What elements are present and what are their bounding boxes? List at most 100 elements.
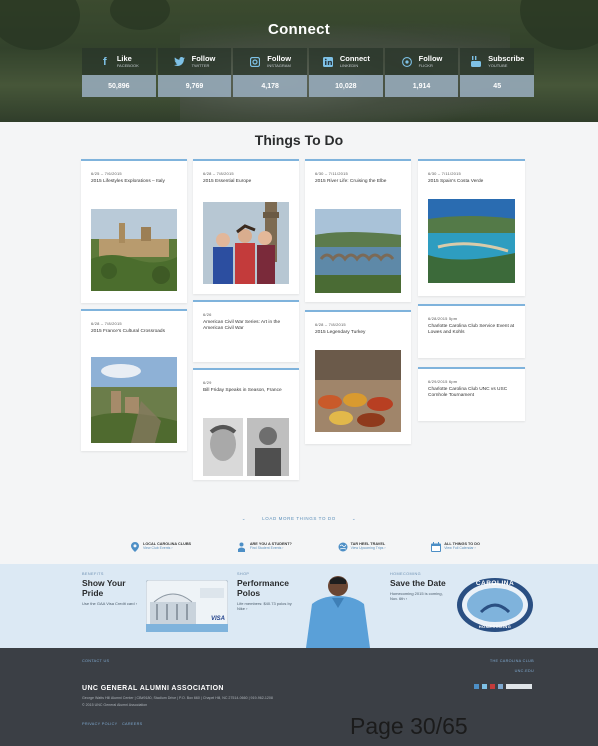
careers-link[interactable]: CAREERS <box>122 722 142 726</box>
social-count: 9,769 <box>157 75 232 97</box>
site-footer: CONTACT US THE CAROLINA CLUB UNC.EDU UNC… <box>0 648 598 746</box>
social-linkedin[interactable]: Connect LINKEDIN 10,028 <box>309 48 383 97</box>
chevron-down-icon: ⌄ <box>241 516 247 521</box>
social-sub: INSTAGRAM <box>267 63 291 68</box>
quick-link-student[interactable]: ARE YOU A STUDENT? Find Student Events › <box>237 536 292 556</box>
social-count: 45 <box>460 75 535 97</box>
event-title: 2015 Legendary Turkey <box>315 330 366 335</box>
map-pin-icon <box>130 541 139 552</box>
homecoming-seal: CAROLINA HOMECOMING <box>455 576 535 634</box>
event-date: 6/29 <box>203 380 212 385</box>
footer-copyright: © 2015 UNC General Alumni Association <box>82 703 148 707</box>
event-title: 2015 River Life: Cruising the Elbe <box>315 179 387 184</box>
visa-label: VISA <box>210 616 225 622</box>
event-title: American Civil War Series: Art in the Am… <box>203 320 281 331</box>
quick-link-travel[interactable]: TAR HEEL TRAVEL View Upcoming Trips › <box>338 536 386 556</box>
event-title: 2015 Lifestyles Explorations – Italy <box>91 179 165 184</box>
event-title: 2015 Essential Europe <box>203 179 252 184</box>
instagram-icon[interactable] <box>490 684 495 689</box>
footer-social-icons <box>474 684 532 689</box>
event-card[interactable]: 6/29 Bill Friday Speaks in Season, Franc… <box>193 368 299 480</box>
social-youtube[interactable]: Subscribe YOUTUBE 45 <box>460 48 535 97</box>
social-count: 50,896 <box>82 75 156 97</box>
social-instagram[interactable]: Follow INSTAGRAM 4,178 <box>233 48 308 97</box>
student-icon <box>237 542 246 552</box>
event-date: 6/26 <box>203 312 212 317</box>
seal-bottom-text: HOMECOMING <box>478 624 512 629</box>
globe-icon <box>338 542 348 551</box>
event-date: 6/30 – 7/11/2015 <box>428 171 461 176</box>
connect-title: Connect <box>267 21 331 38</box>
social-flickr[interactable]: Follow FLICKR 1,914 <box>384 48 459 97</box>
event-card[interactable]: 6/30 – 7/11/2015 2015 River Life: Cruisi… <box>305 159 411 302</box>
social-count: 1,914 <box>384 75 459 97</box>
quick-link-sub: View Full Calendar › <box>444 546 476 550</box>
event-date: 6/25 – 7/6/2015 <box>91 171 122 176</box>
event-image-france <box>91 357 177 443</box>
event-date: 6/28/2015 5pm <box>428 316 458 321</box>
event-card[interactable]: 6/28 – 7/8/2015 2015 France's Cultural C… <box>81 309 187 451</box>
social-label: Follow <box>267 54 292 63</box>
quick-link-clubs[interactable]: LOCAL CAROLINA CLUBS View Club Events › <box>130 536 191 556</box>
event-image-europe <box>203 202 289 284</box>
social-facebook[interactable]: f Like FACEBOOK 50,896 <box>82 48 156 97</box>
social-label: Connect <box>339 54 370 63</box>
social-sub: FLICKR <box>418 63 433 68</box>
promo-homecoming[interactable]: HOMECOMING Save the Date Homecoming 2015… <box>390 572 450 601</box>
unc-edu-link[interactable]: UNC.EDU <box>515 669 534 673</box>
chevron-down-icon: ⌄ <box>351 516 357 521</box>
event-date: 6/30 – 7/11/2015 <box>315 171 348 176</box>
social-sub: YOUTUBE <box>488 63 508 68</box>
event-image-elbe <box>315 209 401 293</box>
privacy-policy-link[interactable]: PRIVACY POLICY <box>82 722 118 726</box>
event-card[interactable]: 6/30 – 7/11/2015 2015 Spain's Costa Verd… <box>418 159 525 296</box>
things-to-do-section: Things To Do 6/25 – 7/6/2015 2015 Lifest… <box>0 122 598 564</box>
event-card[interactable]: 6/28/2015 5pm Charlotte Carolina Club Se… <box>418 304 525 358</box>
event-card[interactable]: 6/26 American Civil War Series: Art in t… <box>193 300 299 362</box>
event-card[interactable]: 6/29/2015 6pm Charlotte Carolina Club UN… <box>418 367 525 421</box>
promo-heading: Save the Date <box>390 578 446 588</box>
social-sub: TWITTER <box>191 63 210 68</box>
linkedin-icon[interactable] <box>498 684 503 689</box>
event-card[interactable]: 6/28 – 7/8/2015 2015 Legendary Turkey <box>305 310 411 444</box>
facebook-icon[interactable] <box>474 684 479 689</box>
social-label: Follow <box>191 54 216 63</box>
twitter-icon[interactable] <box>482 684 487 689</box>
event-title: Charlotte Carolina Club Service Event at… <box>428 324 515 335</box>
linkedin-icon <box>322 56 334 68</box>
contact-us-link[interactable]: CONTACT US <box>82 659 109 663</box>
quick-links: LOCAL CAROLINA CLUBS View Club Events › A… <box>130 536 480 556</box>
social-bar: f Like FACEBOOK 50,896 Follow TWITTER 9,76… <box>82 48 535 97</box>
promo-heading: Show Your Pride <box>82 578 126 598</box>
quick-link-sub: View Upcoming Trips › <box>350 546 386 550</box>
event-card[interactable]: 6/25 – 7/6/2015 2015 Lifestyles Explorat… <box>81 159 187 303</box>
twitter-icon <box>174 56 186 68</box>
load-more-button[interactable]: ⌄ LOAD MORE THINGS TO DO ⌄ <box>0 516 598 522</box>
flickr-icon <box>401 56 413 68</box>
page-indicator: Page 30/65 <box>350 713 468 739</box>
event-image-turkey <box>315 350 401 432</box>
youtube-icon <box>470 56 482 68</box>
event-card[interactable]: 6/28 – 7/8/2015 2015 Essential Europe <box>193 159 299 294</box>
event-date: 6/29/2015 6pm <box>428 379 458 384</box>
social-count: 10,028 <box>309 75 383 97</box>
carolina-club-link[interactable]: THE CAROLINA CLUB <box>490 659 534 663</box>
promo-sub: Use the GAA Visa Credit card › <box>82 601 138 606</box>
promo-benefits[interactable]: BENEFITS Show Your Pride Use the GAA Vis… <box>82 572 142 606</box>
search-field[interactable] <box>506 684 532 689</box>
visa-card-image: VISA <box>145 579 229 633</box>
instagram-icon <box>249 56 261 68</box>
page: { "connect": { "title": "Connect", "chan… <box>0 0 598 746</box>
promo-strip: BENEFITS Show Your Pride Use the GAA Vis… <box>0 564 598 648</box>
promo-sub: Life members: $40.73 polos by Nike › <box>237 601 292 611</box>
seal-top-text: CAROLINA <box>475 580 515 587</box>
social-label: Like <box>116 54 132 63</box>
event-image-italy <box>91 209 177 291</box>
quick-link-calendar[interactable]: ALL THINGS TO DO View Full Calendar › <box>431 536 480 556</box>
event-title: 2015 France's Cultural Crossroads <box>91 329 165 334</box>
social-twitter[interactable]: Follow TWITTER 9,769 <box>157 48 232 97</box>
facebook-icon: f <box>102 55 107 68</box>
event-title: Charlotte Carolina Club UNC vs USC Cornh… <box>428 387 508 398</box>
promo-kicker: SHOP <box>237 572 250 576</box>
promo-shop[interactable]: SHOP Performance Polos Life members: $40… <box>237 572 299 611</box>
